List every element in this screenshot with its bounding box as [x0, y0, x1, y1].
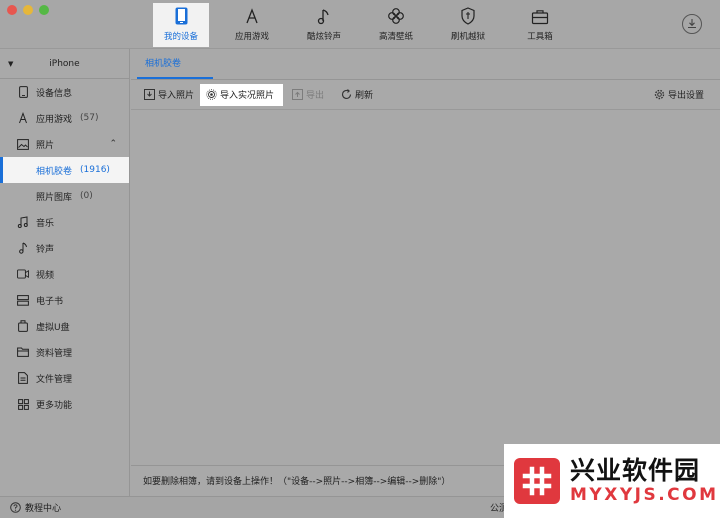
sidebar-item-videos[interactable]: 视频	[0, 261, 129, 287]
shield-icon	[440, 3, 496, 25]
hash-logo-icon	[514, 458, 560, 504]
nav-toolbox[interactable]: 工具箱	[512, 3, 568, 47]
sidebar-item-virtual-usb[interactable]: 虚拟U盘	[0, 313, 129, 339]
book-icon	[17, 294, 29, 306]
tab-bar: 相机胶卷	[131, 49, 720, 80]
refresh-button[interactable]: 刷新	[335, 84, 379, 106]
window-controls	[7, 5, 49, 15]
tab-camera-roll[interactable]: 相机胶卷	[137, 48, 213, 79]
sidebar-item-photos[interactable]: 照片 ⌃	[0, 131, 129, 157]
toolbar: 导入照片 导入实况照片 导出 刷新 导出设置	[131, 80, 720, 110]
sidebar-item-more-features[interactable]: 更多功能	[0, 391, 129, 417]
sidebar-item-ringtones[interactable]: 铃声	[0, 235, 129, 261]
export-icon	[292, 89, 303, 100]
nav-jailbreak[interactable]: 刷机越狱	[440, 3, 496, 47]
app-store-icon	[224, 3, 280, 25]
sidebar-item-music[interactable]: 音乐	[0, 209, 129, 235]
watermark: 兴业软件园 MYXYJS.COM	[504, 444, 720, 518]
sidebar-item-data-management[interactable]: 资料管理	[0, 339, 129, 365]
sidebar-item-file-management[interactable]: 文件管理	[0, 365, 129, 391]
import-live-photo-button[interactable]: 导入实况照片	[200, 83, 283, 106]
refresh-icon	[341, 89, 352, 100]
export-button[interactable]: 导出	[286, 84, 330, 106]
sidebar-item-apps[interactable]: 应用游戏 (57)	[0, 105, 129, 131]
gear-icon	[654, 89, 665, 100]
sidebar-item-photo-library[interactable]: 照片图库 (0)	[0, 183, 129, 209]
app-icon	[17, 112, 29, 124]
close-window-button[interactable]	[7, 5, 17, 15]
minimize-window-button[interactable]	[23, 5, 33, 15]
photo-icon	[17, 138, 29, 150]
file-icon	[17, 372, 29, 384]
phone-icon	[153, 3, 209, 25]
import-icon	[144, 89, 155, 100]
video-icon	[17, 268, 29, 280]
zoom-window-button[interactable]	[39, 5, 49, 15]
export-settings-button[interactable]: 导出设置	[648, 84, 710, 106]
chevron-up-icon[interactable]: ⌃	[109, 139, 117, 149]
help-icon	[10, 502, 21, 513]
ringtone-icon	[17, 242, 29, 254]
device-selector[interactable]: ▼ iPhone	[0, 49, 129, 79]
clover-icon	[368, 3, 424, 25]
photo-grid-area[interactable]	[131, 110, 720, 465]
nav-my-device[interactable]: 我的设备	[153, 3, 209, 47]
watermark-text: 兴业软件园 MYXYJS.COM	[570, 456, 719, 506]
live-photo-icon	[206, 89, 217, 100]
top-navigation-bar: 我的设备 应用游戏 酷炫铃声 高清壁纸 刷机越狱 工具箱	[0, 0, 720, 49]
download-icon[interactable]	[682, 14, 702, 34]
toolbox-icon	[512, 3, 568, 25]
sidebar-item-ebooks[interactable]: 电子书	[0, 287, 129, 313]
main-panel: 相机胶卷 导入照片 导入实况照片 导出 刷新 导出设置 如要删除相簿，请到设备上…	[131, 49, 720, 496]
sidebar: ▼ iPhone 设备信息 应用游戏 (57) 照片 ⌃ 相机胶卷 (1916)…	[0, 49, 130, 496]
tutorial-center-link[interactable]: 教程中心	[25, 501, 61, 514]
music-note-icon	[296, 3, 352, 25]
nav-wallpapers[interactable]: 高清壁纸	[368, 3, 424, 47]
usb-icon	[17, 320, 29, 332]
sidebar-item-camera-roll[interactable]: 相机胶卷 (1916)	[0, 157, 129, 183]
sidebar-item-device-info[interactable]: 设备信息	[0, 79, 129, 105]
device-name: iPhone	[49, 58, 80, 69]
nav-ringtones[interactable]: 酷炫铃声	[296, 3, 352, 47]
phone-info-icon	[17, 86, 29, 98]
grid-icon	[17, 398, 29, 410]
music-icon	[17, 216, 29, 228]
import-photo-button[interactable]: 导入照片	[138, 84, 200, 106]
nav-apps-games[interactable]: 应用游戏	[224, 3, 280, 47]
folder-icon	[17, 346, 29, 358]
triangle-down-icon: ▼	[8, 59, 14, 68]
